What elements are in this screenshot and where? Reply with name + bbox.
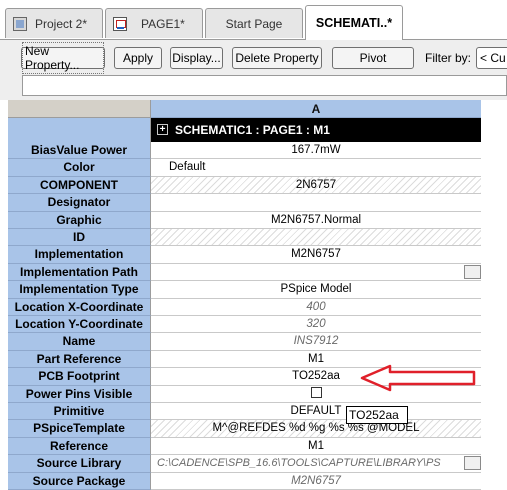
property-name: Power Pins Visible [8,385,151,403]
part-title-cell[interactable]: + SCHEMATIC1 : PAGE1 : M1 [151,118,481,142]
property-value[interactable]: 320 [151,316,481,334]
button-label: New Property... [22,42,104,74]
property-row-location-y[interactable]: Location Y-Coordinate 320 [8,316,481,334]
tab-label: SCHEMATI..* [315,16,393,30]
property-row-source-package[interactable]: Source Package M2N6757 [8,472,481,490]
annotation-arrow-icon [360,364,476,392]
property-name: Implementation [8,246,151,264]
tab-start-page[interactable]: Start Page [205,8,303,38]
pivot-button[interactable]: Pivot [332,47,414,69]
property-value[interactable]: 400 [151,299,481,316]
property-row-implementation[interactable]: Implementation M2N6757 [8,246,481,264]
property-edit-field[interactable] [22,75,507,96]
property-value[interactable]: Default [151,159,481,177]
property-value[interactable]: M1 [151,438,481,456]
tab-label: PAGE1* [141,16,185,31]
property-name: ID [8,229,151,247]
project-icon [13,16,27,31]
property-row-pspicetemplate[interactable]: PSpiceTemplate M^@REFDES %d %g %s %s @MO… [8,420,481,438]
property-name: BiasValue Power [8,142,151,160]
property-value[interactable]: 2N6757 [151,176,481,195]
filter-dropdown[interactable]: < Cu [476,47,507,69]
property-row-id[interactable]: ID [8,229,481,247]
property-value[interactable] [151,194,481,212]
property-grid: A + SCHEMATIC1 : PAGE1 : M1 BiasValue Po… [8,100,507,490]
property-row-implementation-type[interactable]: Implementation Type PSpice Model [8,281,481,299]
property-row-reference[interactable]: Reference M1 [8,437,481,456]
property-toolbar: New Property... Apply Display... Delete … [0,40,507,100]
grid-corner[interactable] [8,100,151,118]
property-name: Designator [8,194,151,212]
property-name: Name [8,333,151,351]
property-name: Source Package [8,472,151,490]
property-row-source-library[interactable]: Source Library C:\CADENCE\SPB_16.6\TOOLS… [8,455,481,473]
property-row-designator[interactable]: Designator [8,194,481,212]
property-row-graphic[interactable]: Graphic M2N6757.Normal [8,211,481,229]
property-name: PCB Footprint [8,368,151,386]
property-name: Location Y-Coordinate [8,316,151,334]
property-name: Color [8,159,151,177]
power-pins-checkbox[interactable] [310,386,322,398]
property-value[interactable]: M^@REFDES %d %g %s %s @MODEL [151,420,481,438]
property-value[interactable] [151,229,481,247]
expand-icon[interactable]: + [157,124,168,135]
property-row-biasvalue-power[interactable]: BiasValue Power 167.7mW [8,142,481,160]
tab-label: Project 2* [35,16,88,31]
browse-button[interactable] [464,264,481,279]
property-name: PSpiceTemplate [8,420,151,438]
property-name: Implementation Path [8,263,151,282]
property-name: Implementation Type [8,281,151,299]
property-row-color[interactable]: Color Default [8,159,481,177]
property-name: COMPONENT [8,176,151,195]
title-row-header [8,118,151,142]
tab-page1[interactable]: PAGE1* [105,8,203,38]
display-button[interactable]: Display... [170,47,223,69]
property-value[interactable]: INS7912 [151,333,481,351]
apply-button[interactable]: Apply [114,47,162,69]
property-value[interactable]: M2N6757 [151,246,481,264]
footprint-tooltip: TO252aa [346,406,408,424]
property-name: Primitive [8,403,151,421]
property-name: Reference [8,437,151,456]
property-row-implementation-path[interactable]: Implementation Path [8,263,481,282]
property-row-location-x[interactable]: Location X-Coordinate 400 [8,298,481,316]
tab-bar: Project 2* PAGE1* Start Page SCHEMATI..* [0,0,507,40]
property-value[interactable] [151,264,481,282]
part-title: SCHEMATIC1 : PAGE1 : M1 [175,123,330,137]
property-value-text: C:\CADENCE\SPB_16.6\TOOLS\CAPTURE\LIBRAR… [157,457,441,470]
property-value[interactable]: PSpice Model [151,281,481,299]
tab-project-2[interactable]: Project 2* [5,8,103,38]
browse-button[interactable] [464,456,481,471]
property-name: Part Reference [8,350,151,369]
property-row-primitive[interactable]: Primitive DEFAULT [8,403,481,421]
property-value[interactable]: 167.7mW [151,142,481,160]
property-value[interactable]: M2N6757.Normal [151,212,481,229]
property-row-component[interactable]: COMPONENT 2N6757 [8,176,481,195]
tab-schematic-active[interactable]: SCHEMATI..* [305,5,403,40]
property-value[interactable]: C:\CADENCE\SPB_16.6\TOOLS\CAPTURE\LIBRAR… [151,455,481,473]
property-name: Graphic [8,211,151,229]
column-header-a[interactable]: A [151,100,481,118]
property-name: Source Library [8,455,151,473]
property-value[interactable]: M2N6757 [151,473,481,490]
filter-label: Filter by: [425,51,472,65]
schematic-page-icon [113,16,127,31]
tab-label: Start Page [225,16,283,31]
property-row-name[interactable]: Name INS7912 [8,333,481,351]
new-property-button[interactable]: New Property... [21,42,105,74]
delete-property-button[interactable]: Delete Property [232,47,322,69]
property-value[interactable]: DEFAULT [151,403,481,421]
property-name: Location X-Coordinate [8,298,151,316]
